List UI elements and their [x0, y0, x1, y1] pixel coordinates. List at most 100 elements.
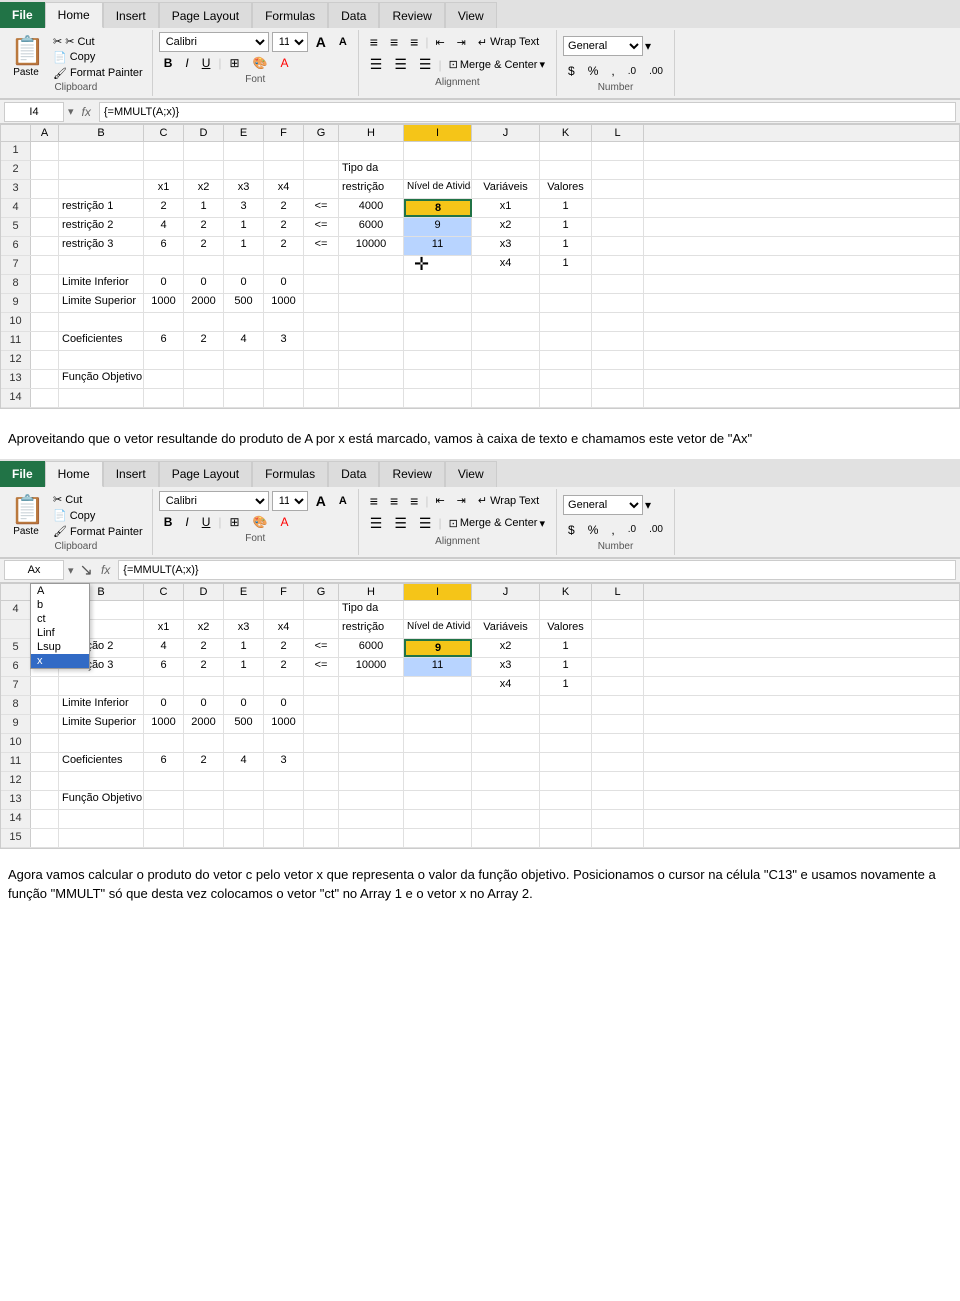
formula-input-1[interactable]: {=MMULT(A;x)}	[99, 102, 956, 122]
cut-button-1[interactable]: ✂ ✂ Cut	[50, 34, 146, 49]
ribbon-1: File Home Insert Page Layout Formulas Da…	[0, 0, 960, 100]
align-center-btn-2[interactable]: ☰	[389, 513, 412, 534]
col-header-h-1: H	[339, 125, 404, 141]
indent-btn-2[interactable]: ⇤	[430, 492, 449, 509]
align-left-btn-1[interactable]: ☰	[365, 54, 388, 75]
formula-dropdown-2[interactable]: ▾	[68, 564, 74, 577]
font-size-select-1[interactable]: 11	[272, 32, 308, 52]
align-top-btn-1[interactable]: ≡	[365, 32, 383, 52]
tab-insert-2[interactable]: Insert	[103, 461, 159, 487]
tab-review-1[interactable]: Review	[379, 2, 444, 28]
indent-btn-1[interactable]: ⇤	[430, 34, 449, 51]
row-5-1: 5 restrição 2 4 2 1 2 <= 6000 9 x2 1	[1, 218, 959, 237]
tab-insert-1[interactable]: Insert	[103, 2, 159, 28]
formula-bar-1: I4 ▾ fx {=MMULT(A;x)}	[0, 100, 960, 124]
tab-review-2[interactable]: Review	[379, 461, 444, 487]
tab-pagelayout-2[interactable]: Page Layout	[159, 461, 252, 487]
format-painter-icon-1: 🖌	[53, 67, 67, 80]
align-left-btn-2[interactable]: ☰	[365, 513, 388, 534]
tab-file-1[interactable]: File	[0, 2, 45, 28]
font-name-select-1[interactable]: Calibri	[159, 32, 269, 52]
dropdown-item-ct[interactable]: ct	[31, 612, 89, 626]
align-right-btn-1[interactable]: ☰	[414, 54, 437, 75]
align-center-btn-1[interactable]: ☰	[389, 54, 412, 75]
autocomplete-dropdown[interactable]: A b ct Linf Lsup x	[30, 583, 90, 669]
tab-formulas-2[interactable]: Formulas	[252, 461, 328, 487]
number-format-select-1[interactable]: General	[563, 36, 643, 56]
comma-btn-2[interactable]: ,	[606, 521, 619, 539]
tab-formulas-1[interactable]: Formulas	[252, 2, 328, 28]
currency-btn-1[interactable]: $	[563, 62, 580, 80]
italic-btn-2[interactable]: I	[180, 513, 193, 531]
tab-pagelayout-1[interactable]: Page Layout	[159, 2, 252, 28]
comma-btn-1[interactable]: ,	[606, 62, 619, 80]
formula-fx-btn-1[interactable]: fx	[78, 105, 95, 119]
dec-dec-btn-1[interactable]: .00	[644, 64, 668, 79]
align-right-btn-2[interactable]: ☰	[414, 513, 437, 534]
dropdown-item-A[interactable]: A	[31, 584, 89, 598]
formula-fx-btn-2[interactable]: fx	[97, 563, 114, 577]
cell-ref-input-1[interactable]: I4	[4, 102, 64, 122]
dropdown-item-x[interactable]: x	[31, 654, 89, 668]
row-1-1: 1	[1, 142, 959, 161]
dropdown-item-Lsup[interactable]: Lsup	[31, 640, 89, 654]
font-grow-btn-1[interactable]: A	[311, 32, 331, 52]
tab-file-2[interactable]: File	[0, 461, 45, 487]
cut-button-2[interactable]: ✂Cut	[50, 492, 146, 507]
font-shrink-btn-2[interactable]: A	[334, 493, 352, 509]
font-grow-btn-2[interactable]: A	[311, 491, 331, 511]
font-shrink-btn-1[interactable]: A	[334, 34, 352, 50]
format-painter-button-1[interactable]: 🖌 Format Painter	[50, 66, 146, 81]
tab-data-1[interactable]: Data	[328, 2, 379, 28]
underline-btn-1[interactable]: U	[197, 54, 216, 72]
cell-ref-input-2[interactable]: Ax	[4, 560, 64, 580]
tab-data-2[interactable]: Data	[328, 461, 379, 487]
underline-btn-2[interactable]: U	[197, 513, 216, 531]
fill-color-btn-2[interactable]: 🎨	[248, 513, 273, 531]
italic-btn-1[interactable]: I	[180, 54, 193, 72]
bold-btn-2[interactable]: B	[159, 513, 178, 531]
formula-dropdown-1[interactable]: ▾	[68, 105, 74, 118]
percent-btn-1[interactable]: %	[583, 62, 604, 80]
copy-button-2[interactable]: 📄Copy	[50, 508, 146, 523]
borders-btn-2[interactable]: ⊞	[225, 513, 245, 531]
paste-button-2[interactable]: 📋 Paste	[4, 491, 48, 541]
currency-btn-2[interactable]: $	[563, 521, 580, 539]
dec-inc-btn-2[interactable]: .0	[623, 522, 641, 537]
outdent-btn-2[interactable]: ⇥	[452, 492, 471, 509]
font-color-btn-2[interactable]: A	[276, 513, 294, 531]
font-name-select-2[interactable]: Calibri	[159, 491, 269, 511]
paste-button-1[interactable]: 📋 Paste	[4, 32, 48, 82]
number-format-select-2[interactable]: General	[563, 495, 643, 515]
font-color-btn-1[interactable]: A	[276, 54, 294, 72]
align-mid-btn-2[interactable]: ≡	[385, 491, 403, 511]
wrap-text-btn-2[interactable]: ↵Wrap Text	[473, 492, 544, 509]
align-bot-btn-1[interactable]: ≡	[405, 32, 423, 52]
tab-home-2[interactable]: Home	[45, 461, 103, 487]
bold-btn-1[interactable]: B	[159, 54, 178, 72]
copy-button-1[interactable]: 📄 Copy	[50, 50, 146, 65]
borders-btn-1[interactable]: ⊞	[225, 54, 245, 72]
align-bot-btn-2[interactable]: ≡	[405, 491, 423, 511]
dropdown-item-b[interactable]: b	[31, 598, 89, 612]
wrap-text-btn-1[interactable]: ↵ Wrap Text	[473, 34, 544, 51]
fill-color-btn-1[interactable]: 🎨	[248, 54, 273, 72]
tab-home-1[interactable]: Home	[45, 2, 103, 28]
outdent-btn-1[interactable]: ⇥	[452, 34, 471, 51]
align-mid-btn-1[interactable]: ≡	[385, 32, 403, 52]
merge-center-btn-1[interactable]: ⊡ Merge & Center ▾	[444, 56, 550, 73]
tab-view-2[interactable]: View	[445, 461, 497, 487]
align-top-btn-2[interactable]: ≡	[365, 491, 383, 511]
formula-input-2[interactable]: {=MMULT(A;x)}	[118, 560, 956, 580]
font-row1-1: Calibri 11 A A	[159, 32, 352, 52]
dropdown-item-Linf[interactable]: Linf	[31, 626, 89, 640]
merge-center-btn-2[interactable]: ⊡Merge & Center▾	[444, 515, 550, 532]
dec-inc-btn-1[interactable]: .0	[623, 64, 641, 79]
row-6-2: 6 restrição 3 6 2 1 2 <= 10000 11 x3 1	[1, 658, 959, 677]
tab-view-1[interactable]: View	[445, 2, 497, 28]
col-header-a-1: A	[31, 125, 59, 141]
font-size-select-2[interactable]: 11	[272, 491, 308, 511]
format-painter-button-2[interactable]: 🖌Format Painter	[50, 524, 146, 539]
dec-dec-btn-2[interactable]: .00	[644, 522, 668, 537]
percent-btn-2[interactable]: %	[583, 521, 604, 539]
